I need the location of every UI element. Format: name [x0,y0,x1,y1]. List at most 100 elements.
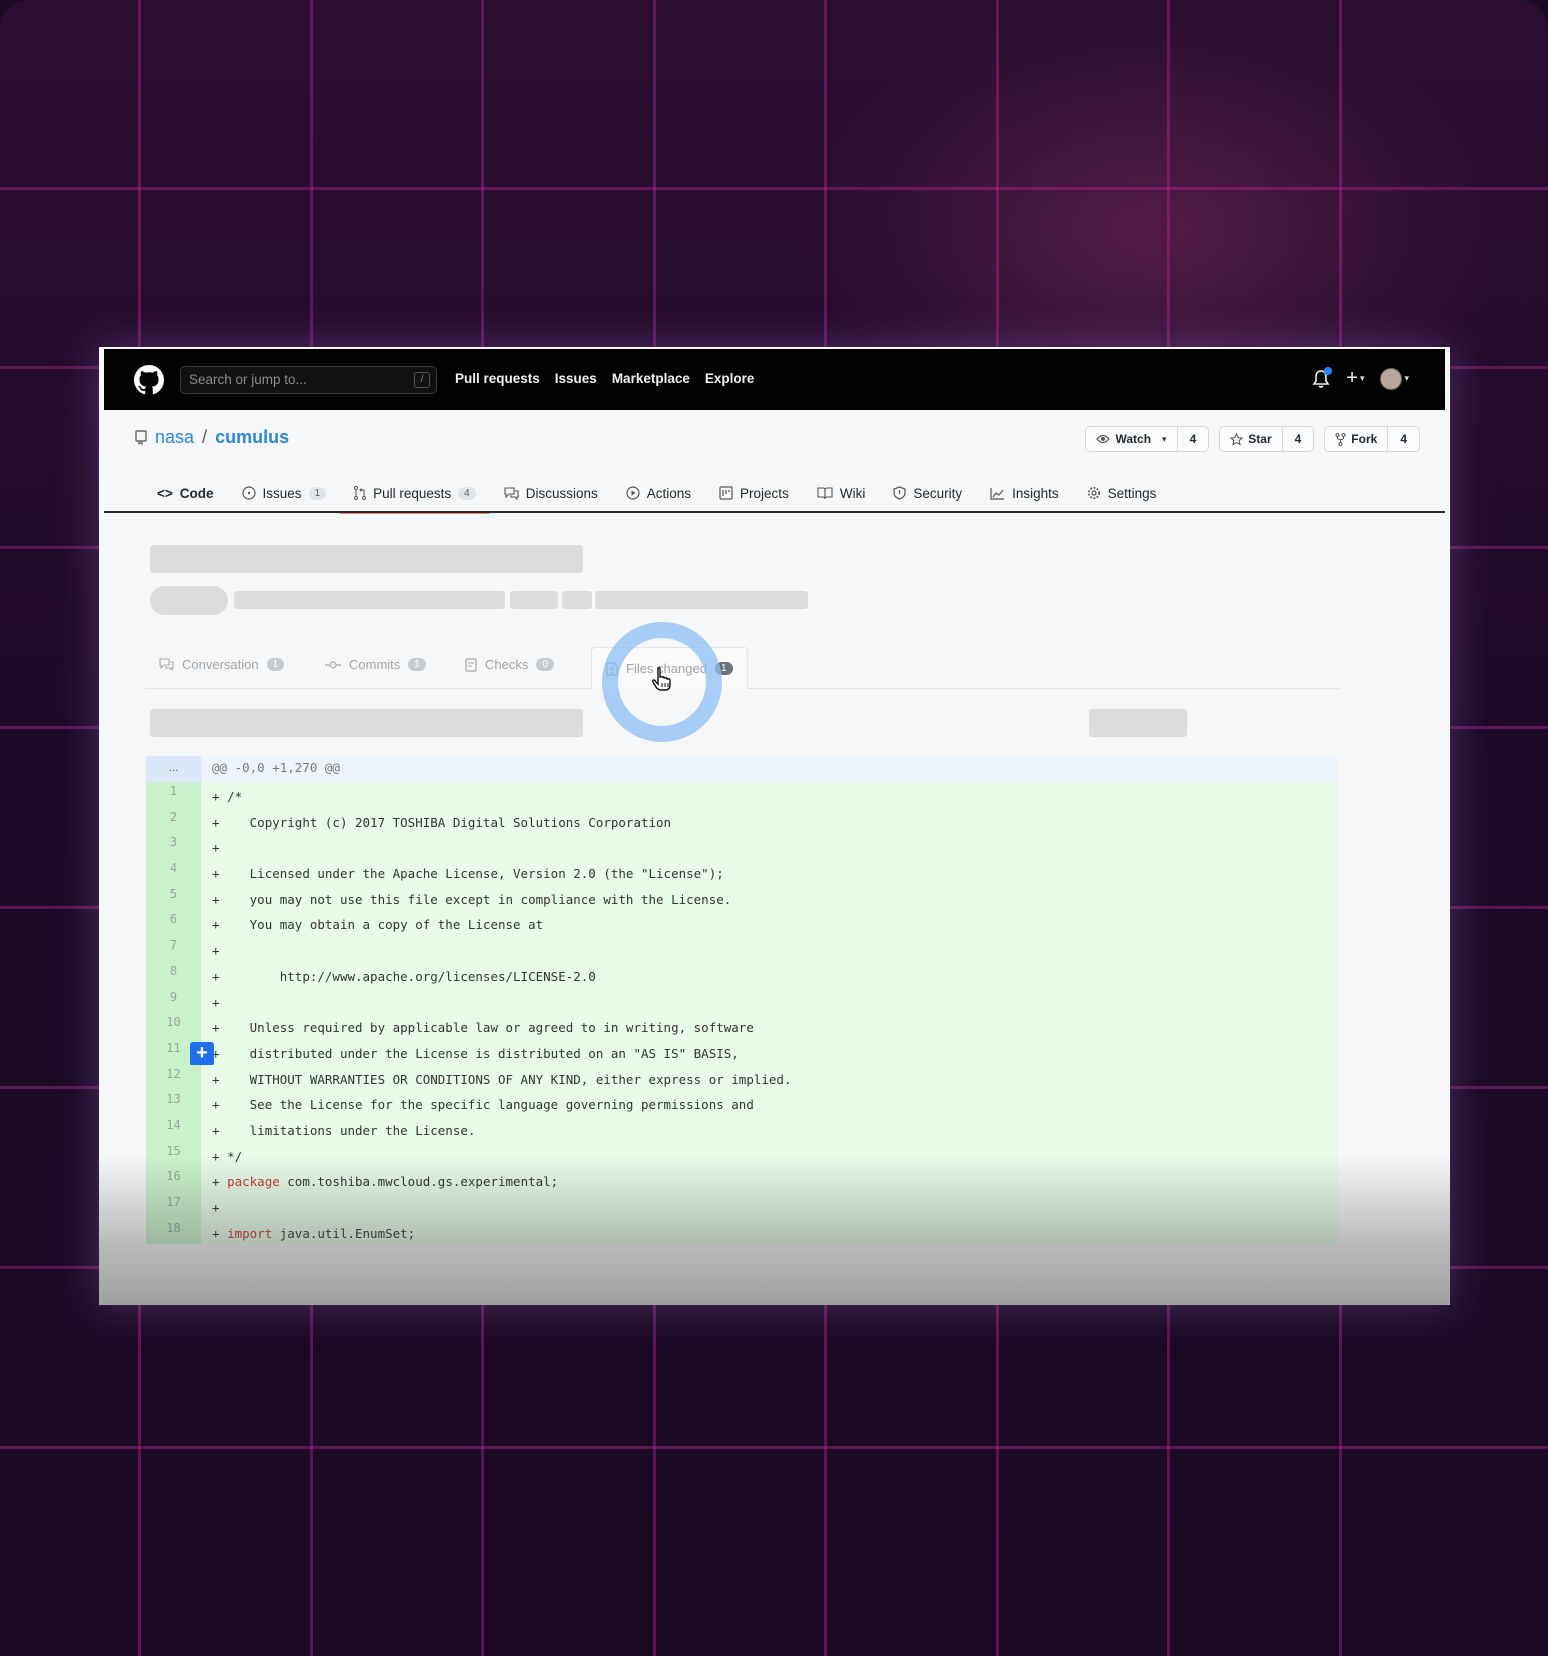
unread-indicator [1324,366,1333,375]
fork-icon [1335,432,1346,446]
tab-projects[interactable]: Projects [705,475,803,511]
diff-line: 17 + [146,1193,1338,1219]
notifications-button[interactable] [1312,366,1333,389]
tab-count: 1 [266,658,285,671]
diff-prefix: + [212,1020,228,1036]
star-button[interactable]: Star [1220,427,1281,451]
code-keyword: import [227,1225,273,1241]
diff-prefix: + [212,1071,228,1087]
add-comment-button[interactable]: + [190,1041,214,1066]
line-number[interactable]: 18 [146,1218,201,1245]
line-number[interactable]: 2 [146,807,201,834]
gear-icon [1087,487,1100,499]
diff-line: 13 + See the License for the specific lan… [146,1090,1338,1116]
comment-discussion-icon [504,486,519,500]
repo-name-link[interactable]: cumulus [215,427,289,448]
line-number[interactable]: 3 [146,833,201,860]
line-code: + WITHOUT WARRANTIES OR CONDITIONS OF AN… [201,1065,792,1091]
tab-label: Checks [485,657,529,672]
diff-line: 3 + [146,833,1338,860]
watch-button[interactable]: Watch ▾ [1086,427,1176,451]
line-code: + [201,1193,227,1219]
tab-issues[interactable]: Issues 1 [228,475,341,511]
line-code: + import java.util.EnumSet; [201,1219,415,1245]
diff-prefix: + [212,968,228,984]
shield-icon [893,486,906,500]
star-count[interactable]: 4 [1281,427,1314,451]
line-number[interactable]: 10 [146,1013,201,1039]
diff-prefix: + [212,1225,228,1241]
nav-pull-requests[interactable]: Pull requests [455,371,540,386]
line-number[interactable]: 1 [146,782,201,808]
tab-label: Commits [349,657,401,672]
diff-view: ... @@ -0,0 +1,270 @@ 1 + /* 2 + Copyright … [146,756,1338,1245]
tab-pull-requests[interactable]: Pull requests 4 [340,475,490,514]
user-menu-dropdown[interactable]: ▾ [1380,367,1409,390]
line-number[interactable]: 16 [146,1167,201,1193]
line-code: + Licensed under the Apache License, Ver… [201,859,724,885]
line-number[interactable]: 8 [146,961,201,988]
tab-settings[interactable]: Settings [1073,475,1171,511]
create-new-dropdown[interactable]: + ▾ [1346,367,1364,390]
line-number[interactable]: 12 [146,1064,201,1091]
chevron-down-icon: ▾ [1404,373,1409,383]
repo-owner-link[interactable]: nasa [155,427,194,448]
play-icon [626,486,640,500]
nav-issues[interactable]: Issues [555,371,597,386]
line-number[interactable]: 14 [146,1115,201,1142]
hunk-header: ... @@ -0,0 +1,270 @@ [146,756,1338,782]
hunk-header-text: @@ -0,0 +1,270 @@ [212,760,340,775]
line-number[interactable]: 15 [146,1141,201,1168]
nav-marketplace[interactable]: Marketplace [612,371,690,386]
fork-count[interactable]: 4 [1387,427,1419,451]
diff-prefix: + [212,1174,228,1190]
code-keyword: package [227,1174,280,1190]
search-input[interactable]: Search or jump to... / [180,366,437,394]
repo-icon [135,430,147,445]
github-logo-icon[interactable] [134,365,164,395]
expand-hunk-button[interactable]: ... [146,756,201,782]
diff-prefix: + [212,1200,228,1215]
line-number[interactable]: 5 [146,884,201,911]
project-icon [719,486,733,500]
tab-insights[interactable]: Insights [976,475,1073,511]
browser-screenshot: Search or jump to... / Pull requests Iss… [99,347,1450,1305]
diff-prefix: + [212,1097,228,1113]
file-header-skeleton [150,709,583,737]
diff-line: 14 + limitations under the License. [146,1115,1338,1142]
line-code: + Copyright (c) 2017 TOSHIBA Digital Sol… [201,808,671,834]
line-number[interactable]: 17 [146,1193,201,1219]
line-number[interactable]: 4 [146,859,201,885]
grid-line [0,1446,1548,1449]
line-code: + you may not use this file except in co… [201,885,731,911]
line-code: + limitations under the License. [201,1116,475,1142]
tab-checks[interactable]: Checks 0 [465,657,554,672]
line-number[interactable]: 9 [146,987,201,1014]
fork-button[interactable]: Fork [1325,427,1387,451]
code-text: */ [227,1148,243,1164]
search-shortcut-key: / [414,372,430,388]
line-number[interactable]: 6 [146,910,201,937]
diff-line: 18 + import java.util.EnumSet; [146,1218,1338,1245]
diff-line: 15 + */ [146,1141,1338,1168]
star-label: Star [1248,432,1272,446]
pr-meta-skeleton [510,591,558,609]
tab-label: Security [913,485,963,501]
line-code: + [201,988,227,1014]
issue-opened-icon [241,486,256,500]
fork-button-group: Fork 4 [1324,426,1420,452]
tab-wiki[interactable]: Wiki [803,475,880,511]
tab-discussions[interactable]: Discussions [490,475,612,511]
tab-security[interactable]: Security [879,475,976,511]
tab-code[interactable]: <> Code [143,475,228,511]
line-number[interactable]: 7 [146,936,201,962]
diff-prefix: + [212,814,228,830]
tab-conversation[interactable]: Conversation 1 [159,657,285,672]
line-number[interactable]: 13 [146,1090,201,1116]
nav-explore[interactable]: Explore [705,371,755,386]
plus-icon: + [1346,367,1358,389]
tab-actions[interactable]: Actions [612,475,705,511]
tab-commits[interactable]: Commits 1 [325,657,426,672]
watch-count[interactable]: 4 [1176,427,1209,451]
star-button-group: Star 4 [1219,426,1315,452]
